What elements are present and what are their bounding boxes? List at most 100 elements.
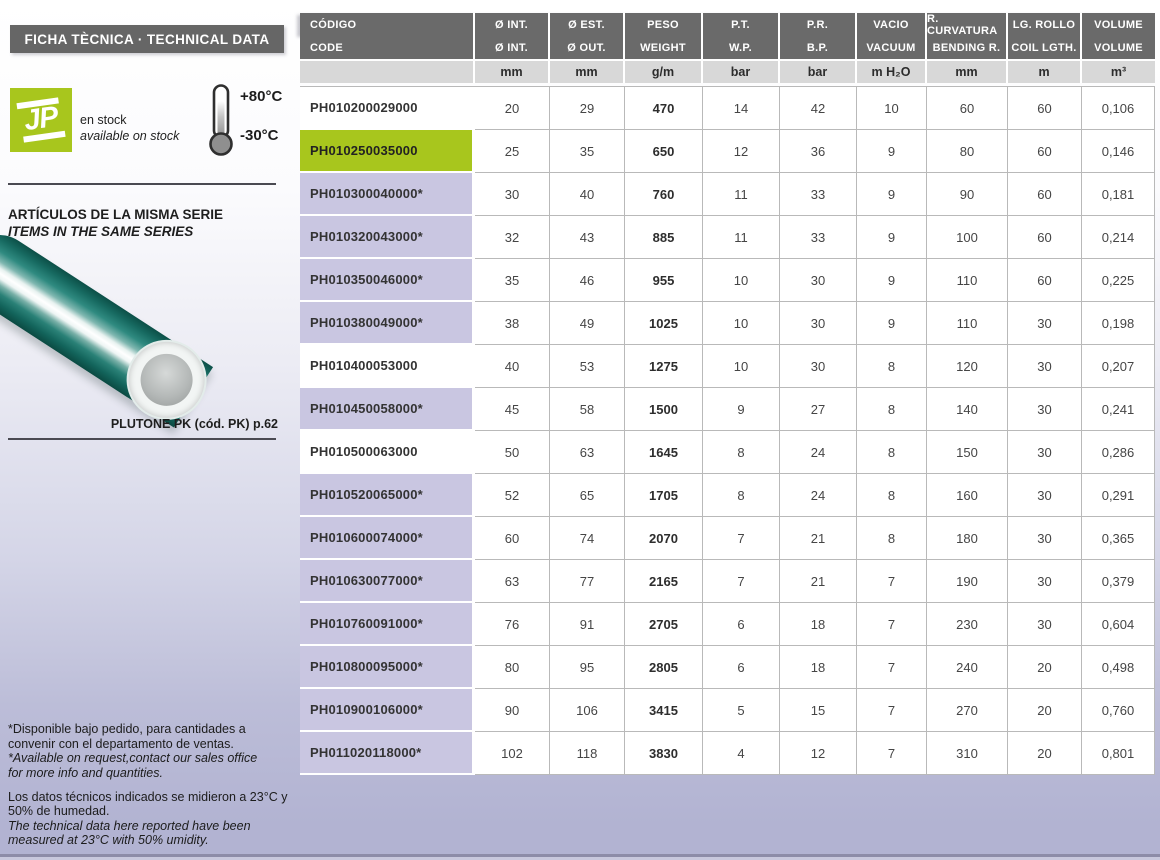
value-cell: 8 [857, 431, 927, 474]
code-cell: PH010900106000* [300, 689, 475, 732]
value-cell: 40 [475, 345, 550, 388]
value-cell: 12 [780, 732, 857, 775]
footnote-availability-en: *Available on request,contact our sales … [8, 751, 300, 780]
table-row: PH010200029000202947014421060600,106 [300, 87, 1155, 130]
value-cell: 8 [857, 345, 927, 388]
code-cell: PH010800095000* [300, 646, 475, 689]
hose-bore [131, 344, 203, 416]
divider-bottom [8, 438, 276, 440]
value-cell: 100 [927, 216, 1008, 259]
value-cell: 1025 [625, 302, 703, 345]
column-header-en-code: CODE [300, 37, 475, 59]
value-cell: 0,207 [1082, 345, 1155, 388]
column-header-es-2: Ø EST. [550, 13, 625, 37]
value-cell: 14 [703, 87, 780, 130]
code-cell: PH010450058000* [300, 388, 475, 431]
column-unit-6: m H₂O [857, 61, 927, 83]
value-cell: 8 [857, 517, 927, 560]
column-header-es-9: VOLUME [1082, 13, 1155, 37]
value-cell: 30 [780, 259, 857, 302]
column-unit-9: m³ [1082, 61, 1155, 83]
table-row: PH010600074000*607420707218180300,365 [300, 517, 1155, 560]
value-cell: 49 [550, 302, 625, 345]
value-cell: 80 [475, 646, 550, 689]
value-cell: 35 [475, 259, 550, 302]
table-row: PH010500063000506316458248150300,286 [300, 431, 1155, 474]
column-header-es-3: PESO [625, 13, 703, 37]
value-cell: 7 [857, 603, 927, 646]
value-cell: 160 [927, 474, 1008, 517]
code-cell: PH010320043000* [300, 216, 475, 259]
value-cell: 30 [780, 345, 857, 388]
column-header-es-codigo: CÓDIGO [300, 13, 475, 37]
footnotes: *Disponible bajo pedido, para cantidades… [8, 722, 300, 857]
column-unit-5: bar [780, 61, 857, 83]
value-cell: 7 [857, 560, 927, 603]
value-cell: 21 [780, 517, 857, 560]
value-cell: 18 [780, 646, 857, 689]
table-units-row: mmmmg/mbarbarm H₂Ommmm³ [300, 61, 1155, 83]
value-cell: 190 [927, 560, 1008, 603]
jp-logo-mark: JP [18, 98, 63, 143]
value-cell: 29 [550, 87, 625, 130]
value-cell: 470 [625, 87, 703, 130]
value-cell: 7 [857, 689, 927, 732]
value-cell: 52 [475, 474, 550, 517]
code-cell: PH010250035000 [300, 130, 475, 173]
value-cell: 1705 [625, 474, 703, 517]
table-row: PH010900106000*9010634155157270200,760 [300, 689, 1155, 732]
value-cell: 65 [550, 474, 625, 517]
column-unit-1: mm [475, 61, 550, 83]
column-header-en-5: B.P. [780, 37, 857, 59]
value-cell: 2805 [625, 646, 703, 689]
table-row: PH0104000530004053127510308120300,207 [300, 345, 1155, 388]
value-cell: 30 [1008, 603, 1082, 646]
value-cell: 310 [927, 732, 1008, 775]
value-cell: 32 [475, 216, 550, 259]
value-cell: 10 [703, 345, 780, 388]
page-title-text: FICHA TÈCNICA · TECHNICAL DATA [25, 32, 270, 47]
value-cell: 11 [703, 173, 780, 216]
value-cell: 63 [475, 560, 550, 603]
value-cell: 58 [550, 388, 625, 431]
value-cell: 60 [1008, 259, 1082, 302]
column-header-es-7: R. CURVATURA [927, 13, 1008, 37]
value-cell: 0,198 [1082, 302, 1155, 345]
value-cell: 60 [1008, 130, 1082, 173]
value-cell: 0,106 [1082, 87, 1155, 130]
value-cell: 8 [857, 388, 927, 431]
value-cell: 9 [857, 259, 927, 302]
table-row: PH010350046000*354695510309110600,225 [300, 259, 1155, 302]
footnote-conditions-en: The technical data here reported have be… [8, 819, 300, 848]
value-cell: 53 [550, 345, 625, 388]
code-cell: PH010400053000 [300, 345, 475, 388]
column-header-en-9: VOLUME [1082, 37, 1155, 59]
value-cell: 1645 [625, 431, 703, 474]
value-cell: 95 [550, 646, 625, 689]
value-cell: 33 [780, 173, 857, 216]
value-cell: 0,365 [1082, 517, 1155, 560]
column-header-es-5: P.R. [780, 13, 857, 37]
series-heading-es: ARTÍCULOS DE LA MISMA SERIE [8, 206, 223, 223]
column-header-es-4: P.T. [703, 13, 780, 37]
column-header-es-1: Ø INT. [475, 13, 550, 37]
value-cell: 0,286 [1082, 431, 1155, 474]
value-cell: 1500 [625, 388, 703, 431]
value-cell: 0,225 [1082, 259, 1155, 302]
stock-text-en: available on stock [80, 129, 179, 145]
value-cell: 36 [780, 130, 857, 173]
column-header-en-1: Ø INT. [475, 37, 550, 59]
value-cell: 18 [780, 603, 857, 646]
column-unit-4: bar [703, 61, 780, 83]
column-header-en-4: W.P. [703, 37, 780, 59]
table-header-row-es: CÓDIGOØ INT.Ø EST.PESOP.T.P.R.VACIOR. CU… [300, 13, 1155, 35]
code-cell: PH010630077000* [300, 560, 475, 603]
footnote-conditions: Los datos técnicos indicados se midieron… [8, 790, 300, 849]
value-cell: 9 [703, 388, 780, 431]
footnote-conditions-es: Los datos técnicos indicados se midieron… [8, 790, 300, 819]
column-header-en-6: VACUUM [857, 37, 927, 59]
value-cell: 150 [927, 431, 1008, 474]
value-cell: 240 [927, 646, 1008, 689]
value-cell: 20 [1008, 689, 1082, 732]
table-row: PH010300040000*30407601133990600,181 [300, 173, 1155, 216]
